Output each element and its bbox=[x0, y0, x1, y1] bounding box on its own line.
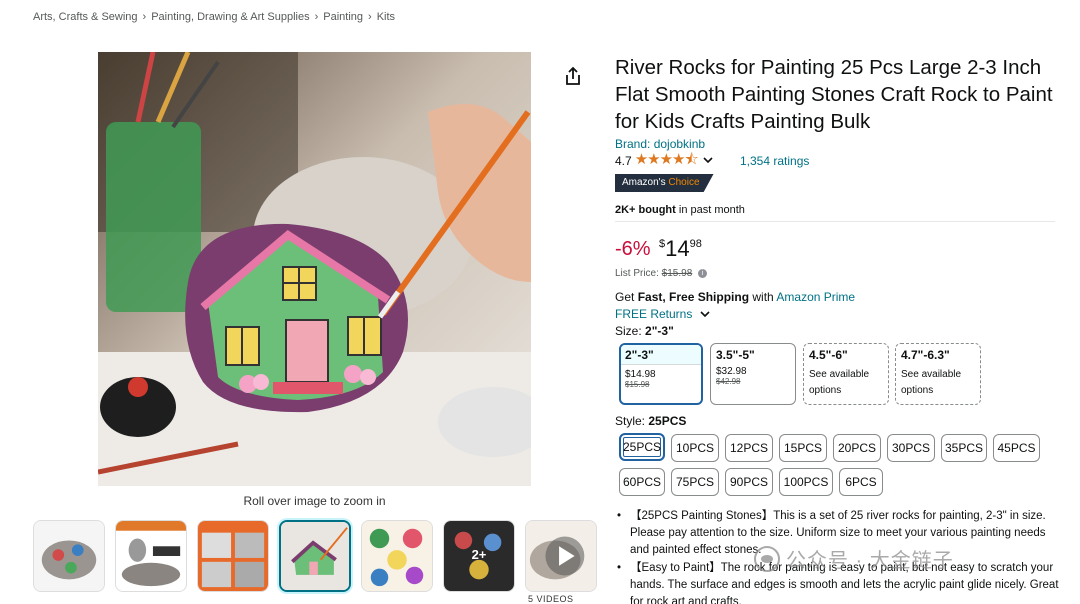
list-price-value: $15.98 bbox=[661, 268, 693, 279]
size-option-name: 4.7"-6.3" bbox=[901, 348, 950, 362]
watermark: 公众号 · 大金链子 bbox=[754, 544, 954, 573]
breadcrumb-item-kits[interactable]: Kits bbox=[377, 11, 395, 23]
breadcrumb-separator: › bbox=[314, 11, 319, 23]
style-option-35pcs[interactable]: 35PCS bbox=[941, 434, 987, 462]
size-option-list-price: $42.98 bbox=[716, 377, 741, 386]
badge-prefix: Amazon's bbox=[622, 177, 666, 188]
size-label-text: Size: bbox=[615, 324, 642, 338]
chevron-down-icon bbox=[700, 311, 710, 318]
thumbnail-house-rock[interactable] bbox=[279, 520, 351, 592]
style-option-60pcs[interactable]: 60PCS bbox=[619, 468, 665, 496]
price-fraction: 98 bbox=[689, 238, 702, 250]
size-label: Size: 2"-3" bbox=[615, 324, 674, 338]
size-option-price: $32.98 bbox=[716, 366, 747, 377]
ratings-count-link[interactable]: 1,354 ratings bbox=[740, 154, 809, 168]
thumbnail-comparison[interactable] bbox=[197, 520, 269, 592]
chevron-down-icon[interactable] bbox=[703, 156, 713, 167]
size-selected-value: 2"-3" bbox=[645, 324, 674, 338]
style-option-6pcs[interactable]: 6PCS bbox=[839, 468, 883, 496]
thumbnail-size-chart[interactable] bbox=[115, 520, 187, 592]
price-currency: $ bbox=[659, 238, 666, 250]
shipping-bold: Fast, Free Shipping bbox=[637, 290, 750, 304]
breadcrumb-item-painting[interactable]: Painting bbox=[323, 11, 363, 23]
style-label: Style: 25PCS bbox=[615, 414, 686, 428]
rating-value: 4.7 bbox=[615, 154, 632, 168]
style-option-90pcs[interactable]: 90PCS bbox=[725, 468, 773, 496]
size-option-4-7-6-3[interactable]: 4.7"-6.3" See available options bbox=[895, 343, 981, 405]
breadcrumb-separator: › bbox=[142, 11, 147, 23]
product-title: River Rocks for Painting 25 Pcs Large 2-… bbox=[615, 56, 1053, 133]
bought-suffix: in past month bbox=[675, 204, 745, 216]
size-option-list-price: $15.98 bbox=[625, 380, 650, 389]
info-icon[interactable]: i bbox=[698, 268, 708, 278]
rating-summary[interactable]: 4.7 ★★★★⯪ bbox=[615, 151, 713, 169]
amazon-prime-link[interactable]: Amazon Prime bbox=[776, 290, 855, 304]
style-option-75pcs[interactable]: 75PCS bbox=[671, 468, 719, 496]
free-returns-link[interactable]: FREE Returns bbox=[615, 307, 710, 321]
list-price-label: List Price: bbox=[615, 268, 659, 279]
price: $1498 bbox=[659, 236, 702, 262]
size-option-4-5-6[interactable]: 4.5"-6" See available options bbox=[803, 343, 889, 405]
thumbnail-painted-rocks[interactable] bbox=[361, 520, 433, 592]
bought-in-past-month: 2K+ bought in past month bbox=[615, 204, 745, 216]
size-option-name: 3.5"-5" bbox=[716, 348, 755, 362]
style-option-100pcs[interactable]: 100PCS bbox=[779, 468, 833, 496]
style-selected-value: 25PCS bbox=[648, 414, 687, 428]
painted-rock-house-image bbox=[98, 52, 531, 486]
style-option-45pcs[interactable]: 45PCS bbox=[993, 434, 1040, 462]
main-product-image[interactable] bbox=[98, 52, 531, 486]
size-option-name: 4.5"-6" bbox=[809, 348, 848, 362]
thumbnail-more-images[interactable]: 2+ bbox=[443, 520, 515, 592]
breadcrumb-item-arts[interactable]: Arts, Crafts & Sewing bbox=[33, 11, 138, 23]
shipping-prefix: Get bbox=[615, 290, 638, 304]
bought-count: 2K+ bought bbox=[615, 204, 676, 216]
badge-choice-word: Choice bbox=[668, 177, 700, 188]
style-option-10pcs[interactable]: 10PCS bbox=[671, 434, 719, 462]
shipping-info: Get Fast, Free Shipping with Amazon Prim… bbox=[615, 290, 855, 304]
watermark-text: 公众号 · 大金链子 bbox=[786, 550, 954, 572]
price-whole: 14 bbox=[665, 236, 690, 261]
size-option-name: 2"-3" bbox=[621, 345, 701, 365]
breadcrumb-item-painting-supplies[interactable]: Painting, Drawing & Art Supplies bbox=[151, 11, 309, 23]
size-option-note: See available options bbox=[901, 369, 962, 396]
thumbnail-rocks-pile[interactable] bbox=[33, 520, 105, 592]
size-option-3-5-5[interactable]: 3.5"-5" $32.98 $42.98 bbox=[710, 343, 796, 405]
amazons-choice-badge[interactable]: Amazon's Choice bbox=[615, 174, 714, 192]
breadcrumb-separator: › bbox=[368, 11, 372, 23]
videos-count-label: 5 VIDEOS bbox=[528, 594, 574, 604]
divider bbox=[615, 221, 1055, 222]
shipping-middle: with bbox=[749, 290, 777, 304]
style-option-12pcs[interactable]: 12PCS bbox=[725, 434, 773, 462]
style-option-30pcs[interactable]: 30PCS bbox=[887, 434, 935, 462]
list-price: List Price: $15.98 i bbox=[615, 268, 708, 279]
zoom-hint: Roll over image to zoom in bbox=[243, 494, 386, 508]
size-option-2-3[interactable]: 2"-3" $14.98 $15.98 bbox=[619, 343, 703, 405]
more-images-count: 2+ bbox=[471, 547, 487, 562]
wechat-logo-icon bbox=[754, 545, 780, 572]
share-icon[interactable] bbox=[564, 66, 582, 86]
style-option-15pcs[interactable]: 15PCS bbox=[779, 434, 827, 462]
discount-percent: -6% bbox=[615, 238, 651, 260]
thumbnail-video[interactable] bbox=[525, 520, 597, 592]
size-option-note: See available options bbox=[809, 369, 870, 396]
star-rating-icon: ★★★★⯪ bbox=[634, 150, 699, 168]
style-option-20pcs[interactable]: 20PCS bbox=[833, 434, 881, 462]
style-option-25pcs[interactable]: 25PCS bbox=[619, 433, 665, 461]
free-returns-label: FREE Returns bbox=[615, 307, 693, 321]
breadcrumb: Arts, Crafts & Sewing › Painting, Drawing … bbox=[33, 11, 395, 23]
size-option-price: $14.98 bbox=[625, 369, 656, 380]
style-label-text: Style: bbox=[615, 414, 646, 428]
